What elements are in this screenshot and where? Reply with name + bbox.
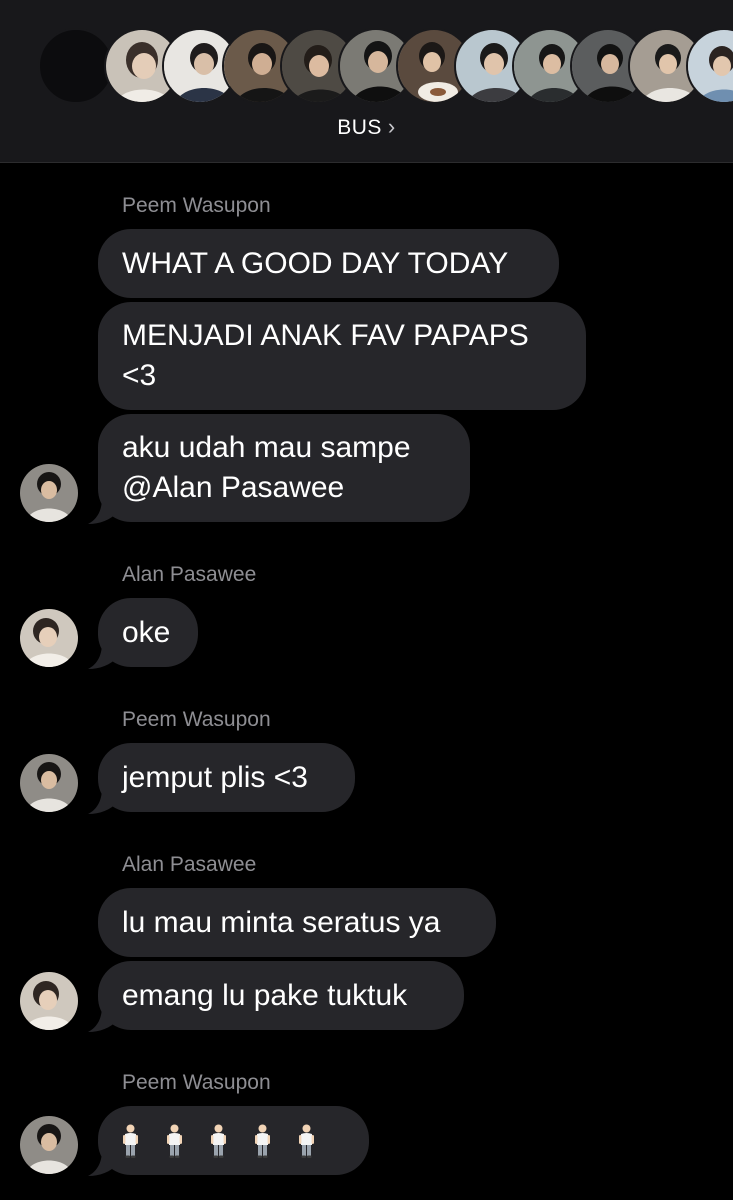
message-bubble[interactable]: aku udah mau sampe @Alan Pasawee [98,414,470,522]
message-text: emang lu pake tuktuk [122,978,408,1012]
avatar-peem[interactable] [20,1116,78,1174]
avatar-alan[interactable] [20,972,78,1030]
sender-name: Peem Wasupon [122,194,271,217]
message-bubble[interactable]: emang lu pake tuktuk [98,961,464,1030]
sender-name: Peem Wasupon [122,708,271,731]
message-bubble[interactable]: WHAT A GOOD DAY TODAY [98,229,559,298]
avatar-alan[interactable] [20,609,78,667]
bubble-tail-icon [88,643,118,669]
member-avatar[interactable] [38,28,114,104]
message-bubble[interactable]: MENJADI ANAK FAV PAPAPS <3 [98,302,586,410]
avatar-peem[interactable] [20,464,78,522]
emoji-message [122,1124,315,1158]
standing-person-emoji [299,1124,314,1158]
chevron-right-icon[interactable]: › [388,114,396,139]
sender-name: Alan Pasawee [122,853,257,876]
message-text: WHAT A GOOD DAY TODAY [122,246,509,280]
message-text: MENJADI ANAK FAV PAPAPS <3 [122,319,529,392]
group-name[interactable]: BUS [337,116,382,139]
message-text: jemput plis <3 [122,760,308,794]
sender-name: Peem Wasupon [122,1071,271,1094]
standing-person-emoji [123,1124,138,1158]
standing-person-emoji [167,1124,182,1158]
message-text: aku udah mau sampe @Alan Pasawee [122,431,411,504]
group-name-row[interactable]: BUS › [0,114,733,140]
group-header: BUS › [0,0,733,163]
message-text: oke [122,615,171,649]
bubble-tail-icon [88,1006,118,1032]
message-text: lu mau minta seratus ya [122,905,441,939]
sender-name: Alan Pasawee [122,563,257,586]
bubble-tail-icon [88,1150,118,1176]
message-bubble[interactable]: jemput plis <3 [98,743,355,812]
member-avatar-strip[interactable] [0,0,733,110]
bubble-tail-icon [88,788,118,814]
message-bubble[interactable]: lu mau minta seratus ya [98,888,496,957]
message-bubble[interactable] [98,1106,369,1175]
standing-person-emoji [255,1124,270,1158]
avatar-peem[interactable] [20,754,78,812]
standing-person-emoji [211,1124,226,1158]
bubble-tail-icon [88,498,118,524]
